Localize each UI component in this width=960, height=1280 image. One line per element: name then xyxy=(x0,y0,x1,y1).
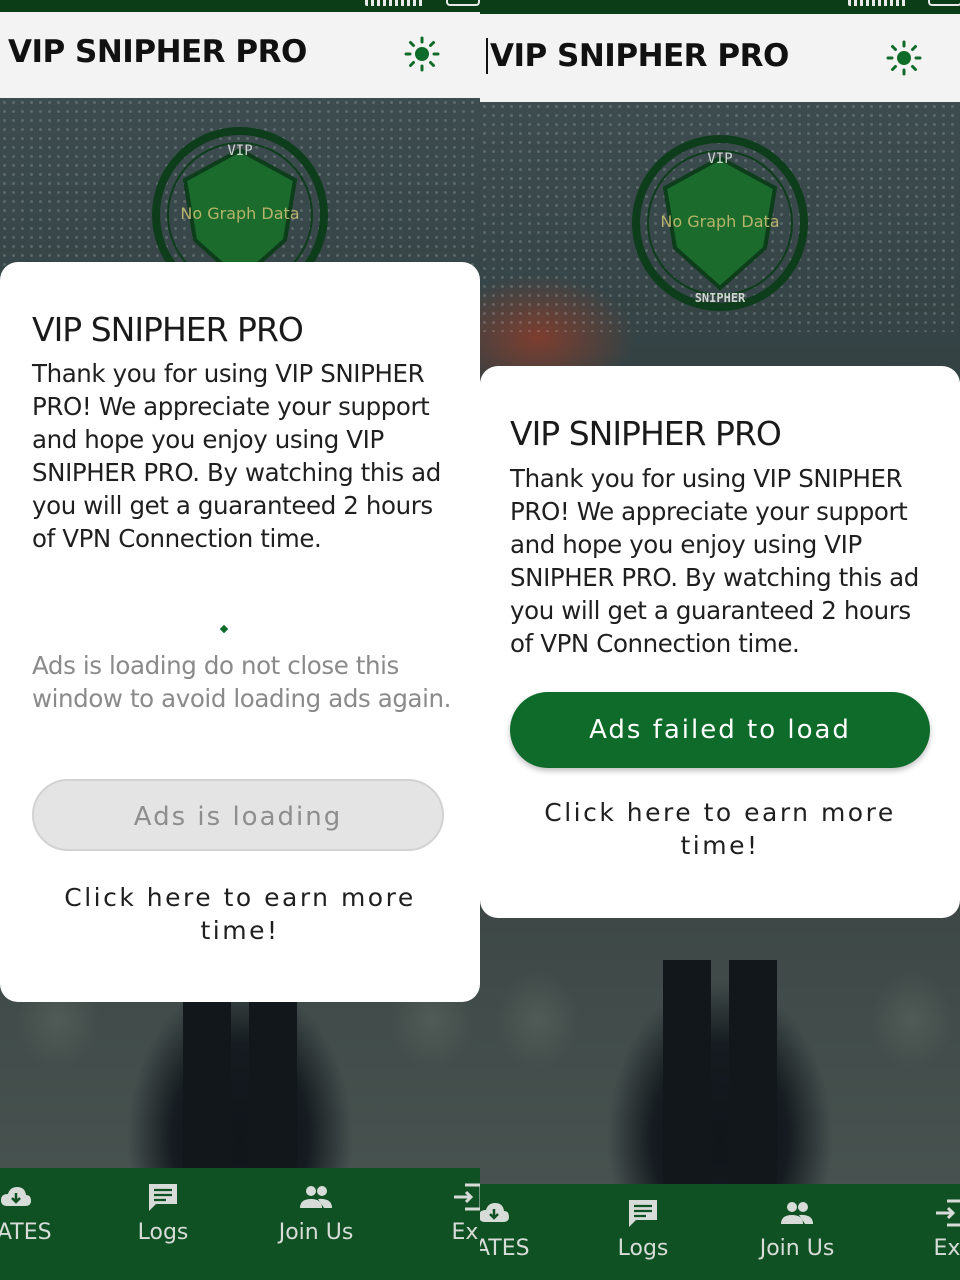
battery-icon xyxy=(928,0,960,6)
exit-icon xyxy=(936,1199,960,1227)
vip-logo: VIP SNIPHER No Graph Data xyxy=(625,128,815,318)
earn-more-time-link[interactable]: Click here to earn more time! xyxy=(0,881,480,947)
chat-icon xyxy=(629,1200,657,1227)
nav-item-updates[interactable]: DATES xyxy=(0,1182,76,1245)
loading-spinner xyxy=(219,624,229,634)
dialog-body: Thank you for using VIP SNIPHER PRO! We … xyxy=(32,359,441,553)
nav-item-join-us[interactable]: Join Us xyxy=(737,1198,857,1261)
nav-item-updates[interactable]: DATES xyxy=(480,1198,554,1261)
logo-overlay-text: No Graph Data xyxy=(180,204,300,223)
screen-ads-failed: VIP SNIPHER PRO VIP SNIPHER No Graph Dat… xyxy=(480,0,960,1280)
ads-failed-button[interactable]: Ads failed to load xyxy=(510,692,930,768)
ads-loading-button[interactable]: Ads is loading xyxy=(32,779,444,851)
nav-label: DATES xyxy=(480,1236,530,1261)
bottom-nav: DATES Logs Join Us Exi xyxy=(480,1184,960,1280)
svg-text:SNIPHER: SNIPHER xyxy=(695,291,746,305)
cloud-download-icon xyxy=(1,1187,31,1206)
dialog-title: VIP SNIPHER PRO xyxy=(510,414,782,453)
screen-ads-loading: VIP SNIPHER PRO VIP No Graph Data VIP SN… xyxy=(0,0,480,1280)
app-title: VIP SNIPHER PRO xyxy=(8,34,307,70)
loading-note: Ads is loading do not close this window … xyxy=(32,651,452,713)
status-bar xyxy=(480,0,960,14)
svg-text:VIP: VIP xyxy=(227,143,252,159)
nav-item-join-us[interactable]: Join Us xyxy=(256,1182,376,1245)
app-bar: VIP SNIPHER PRO xyxy=(0,12,480,98)
svg-text:VIP: VIP xyxy=(707,151,732,167)
group-icon xyxy=(781,1202,813,1224)
battery-icon xyxy=(446,0,480,6)
nav-item-exit[interactable]: Exi xyxy=(408,1182,480,1245)
ad-dialog: VIP SNIPHER PRO Thank you for using VIP … xyxy=(480,366,960,918)
chat-icon xyxy=(149,1184,177,1211)
dialog-title: VIP SNIPHER PRO xyxy=(32,310,304,349)
signal-icon xyxy=(848,0,908,6)
dialog-body: Thank you for using VIP SNIPHER PRO! We … xyxy=(510,464,919,658)
bottom-nav: DATES Logs Join Us Exi xyxy=(0,1168,480,1280)
nav-label: Logs xyxy=(617,1236,669,1261)
nav-item-logs[interactable]: Logs xyxy=(583,1198,703,1261)
figure-silhouette xyxy=(645,960,795,1220)
cloud-download-icon xyxy=(480,1203,509,1222)
nav-label: Join Us xyxy=(278,1220,354,1245)
nav-item-logs[interactable]: Logs xyxy=(103,1182,223,1245)
status-bar xyxy=(0,0,480,12)
app-bar: VIP SNIPHER PRO xyxy=(480,14,960,102)
group-icon xyxy=(300,1186,332,1208)
signal-icon xyxy=(365,0,425,6)
logo-overlay-text: No Graph Data xyxy=(660,212,780,231)
nav-label: Exi xyxy=(933,1236,960,1261)
exit-icon xyxy=(454,1183,480,1211)
nav-label: Join Us xyxy=(759,1236,835,1261)
app-title: VIP SNIPHER PRO xyxy=(486,38,789,74)
theme-toggle-icon[interactable] xyxy=(886,40,922,76)
nav-label: DATES xyxy=(0,1220,52,1245)
nav-item-exit[interactable]: Exi xyxy=(890,1198,960,1261)
earn-more-time-link[interactable]: Click here to earn more time! xyxy=(480,796,960,862)
nav-label: Logs xyxy=(137,1220,189,1245)
ad-dialog: VIP SNIPHER PRO Thank you for using VIP … xyxy=(0,262,480,1002)
theme-toggle-icon[interactable] xyxy=(404,36,440,72)
nav-label: Exi xyxy=(451,1220,480,1245)
